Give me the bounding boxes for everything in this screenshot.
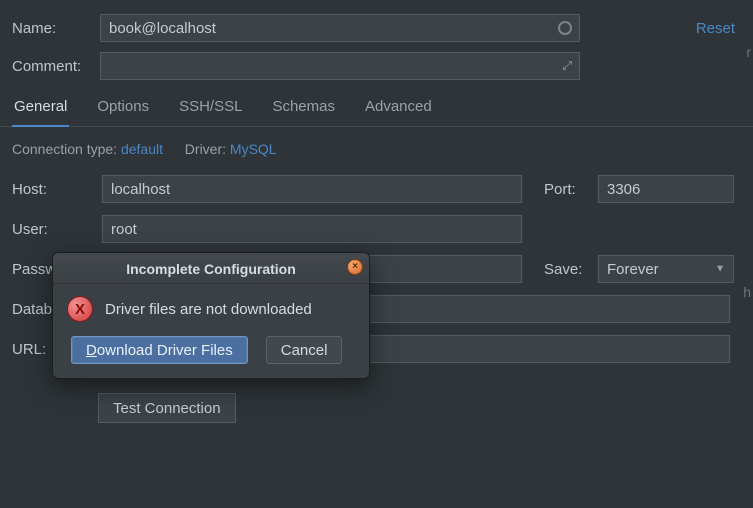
tab-options[interactable]: Options (95, 90, 151, 126)
tab-general[interactable]: General (12, 90, 69, 127)
reset-link[interactable]: Reset (696, 20, 735, 37)
name-input[interactable] (100, 14, 580, 42)
download-mnemonic: D (86, 342, 97, 359)
comment-input[interactable] (100, 52, 580, 80)
tab-ssh-ssl[interactable]: SSH/SSL (177, 90, 244, 126)
test-connection-button[interactable]: Test Connection (98, 393, 236, 423)
error-icon: X (67, 296, 93, 322)
truncated-text: r (746, 44, 751, 60)
download-rest: ownload Driver Files (97, 342, 233, 359)
close-icon[interactable]: × (347, 259, 363, 275)
dialog-title-text: Incomplete Configuration (126, 261, 296, 277)
truncated-text-2: h (743, 284, 751, 300)
color-circle-icon[interactable] (558, 21, 572, 35)
conn-type-link[interactable]: default (121, 141, 163, 157)
host-label: Host: (12, 181, 90, 198)
save-label: Save: (544, 261, 586, 278)
tab-schemas[interactable]: Schemas (270, 90, 337, 126)
cancel-button[interactable]: Cancel (266, 336, 343, 364)
save-select[interactable]: Forever ▼ (598, 255, 734, 283)
host-input[interactable] (102, 175, 522, 203)
save-value: Forever (607, 261, 659, 278)
meta-row: Connection type: default Driver: MySQL (12, 141, 741, 157)
driver-link[interactable]: MySQL (230, 141, 277, 157)
download-driver-button[interactable]: Download Driver Files (71, 336, 248, 364)
port-label: Port: (544, 181, 586, 198)
conn-type-label: Connection type: (12, 141, 117, 157)
chevron-down-icon: ▼ (715, 264, 725, 275)
user-input[interactable] (102, 215, 522, 243)
comment-label: Comment: (12, 58, 92, 75)
port-input[interactable] (598, 175, 734, 203)
tab-advanced[interactable]: Advanced (363, 90, 434, 126)
name-label: Name: (12, 20, 92, 37)
tabs: General Options SSH/SSL Schemas Advanced (0, 90, 753, 127)
user-label: User: (12, 221, 90, 238)
dialog-title: Incomplete Configuration × (53, 253, 369, 284)
dialog-incomplete-config: Incomplete Configuration × X Driver file… (52, 252, 370, 379)
driver-label: Driver: (185, 141, 226, 157)
dialog-message: Driver files are not downloaded (105, 301, 312, 318)
